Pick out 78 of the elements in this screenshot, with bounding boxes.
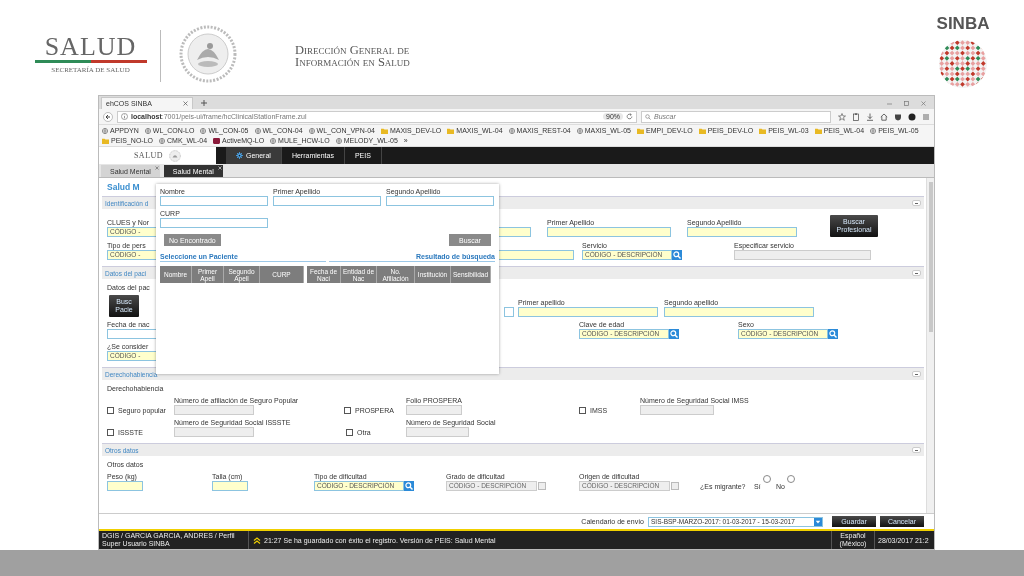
folder-icon [447,127,455,134]
office-name: Dirección General de [295,44,410,56]
input-field[interactable] [212,481,248,491]
maximize-icon[interactable] [904,101,909,106]
ministry-logo-text: SALUD [44,34,137,60]
globe-icon [576,127,583,134]
search-button[interactable] [669,329,679,339]
input-field[interactable] [386,196,494,206]
home-icon[interactable] [880,112,888,121]
chevrons-up-icon[interactable] [253,536,261,544]
input-field[interactable] [547,227,671,237]
minus-icon [915,202,918,204]
folder-icon [102,137,109,144]
folder-icon [814,127,822,134]
folder-icon [380,127,388,134]
collapse-button[interactable] [912,447,921,453]
app-icon [213,137,221,144]
dropdown-icon [814,517,822,526]
globe-icon [254,127,261,134]
input-field[interactable] [160,196,268,206]
seal-logo [179,24,237,84]
input-field[interactable] [687,227,797,237]
app-logo-text: SALUD [133,151,164,160]
info-icon[interactable] [121,113,128,120]
globe-icon [308,127,315,134]
search-icon [645,113,651,120]
input-field[interactable] [504,307,514,317]
close-icon[interactable] [921,101,926,106]
search-button[interactable] [828,329,838,339]
input-field[interactable] [518,307,658,317]
input-field[interactable] [160,218,268,228]
checkbox[interactable] [579,406,586,414]
clipboard-icon[interactable] [852,112,860,121]
globe-icon [102,127,108,134]
globe-icon [508,127,515,134]
new-tab-icon[interactable] [201,100,207,106]
checkbox[interactable] [346,428,353,436]
folder-icon [759,127,767,134]
input-field[interactable] [273,196,381,206]
lookup-button[interactable] [671,482,679,490]
reload-icon[interactable] [626,113,633,120]
globe-logo [936,37,990,91]
office-name: Información en Salud [295,56,410,68]
back-icon[interactable] [103,111,113,122]
shield-icon[interactable] [894,112,902,121]
checkbox[interactable] [344,406,351,414]
close-icon[interactable] [183,101,188,106]
globe-icon [144,127,151,134]
search-button[interactable] [404,481,414,491]
lookup-button[interactable] [538,482,546,490]
seal-icon [169,149,182,162]
collapse-button[interactable] [912,371,921,377]
folder-icon [636,127,644,134]
gear-icon [236,152,243,159]
collapse-button[interactable] [912,270,921,276]
globe-icon [200,127,207,134]
collapse-button[interactable] [912,200,921,206]
globe-icon [335,137,342,144]
input-field[interactable] [664,307,814,317]
search-button[interactable] [672,250,682,260]
globe-icon [270,137,277,144]
globe-icon [159,137,165,144]
globe-icon [870,127,877,134]
checkbox[interactable] [107,428,114,436]
star-icon[interactable] [838,112,846,121]
folder-icon [698,127,706,134]
minus-icon [915,272,918,274]
download-icon[interactable] [866,112,874,121]
scrollbar-thumb[interactable] [928,182,933,332]
checkbox[interactable] [107,406,114,414]
minus-icon [915,449,918,451]
profile-icon[interactable] [908,112,916,121]
page-title: Salud M [107,182,140,192]
input-field[interactable] [107,481,143,491]
menu-icon[interactable] [922,112,930,121]
brand-name: SINBA [936,15,990,33]
minus-icon [915,373,918,375]
minimize-icon[interactable] [887,101,892,106]
